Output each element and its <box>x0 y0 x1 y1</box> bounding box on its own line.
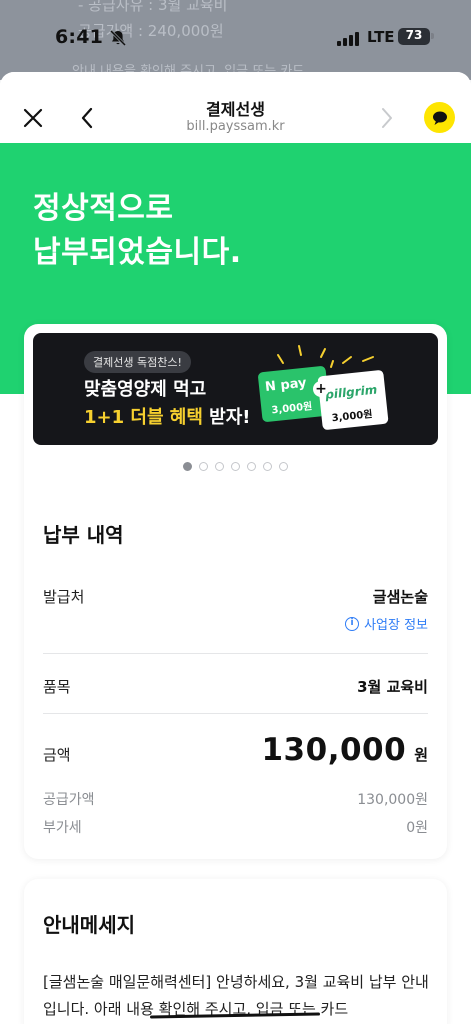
success-message-line2: 납부되었습니다. <box>33 235 242 270</box>
pillgrim-coupon: pillgrim 3,000원 <box>317 369 389 431</box>
promo-highlight: 1+1 더블 혜택 <box>84 407 203 428</box>
pagination-dot[interactable] <box>279 462 288 471</box>
promo-subheadline: 1+1 더블 혜택 받자! <box>84 403 251 429</box>
pagination-dot[interactable] <box>199 462 208 471</box>
payment-section-title: 납부 내역 <box>43 523 124 547</box>
battery-icon: 73 <box>398 28 434 45</box>
promo-headline: 맞춤영양제 먹고 <box>84 379 207 400</box>
npay-coupon-amount: 3,000원 <box>271 401 313 417</box>
bell-muted-icon <box>109 29 127 47</box>
forward-arrow-icon[interactable] <box>377 105 397 131</box>
amount-label: 금액 <box>43 746 71 764</box>
info-icon: i <box>345 616 360 631</box>
amount-total: 130,000 원 <box>261 732 428 768</box>
amount-value: 130,000 <box>261 732 407 768</box>
browser-sheet: 결제선생 bill.payssam.kr 정상적으로 납부되었습니다. 결제선생… <box>0 72 471 1024</box>
battery-level: 73 <box>405 28 423 42</box>
plus-icon: + <box>313 381 329 397</box>
pagination-dot[interactable] <box>263 462 272 471</box>
amount-unit: 원 <box>414 746 428 764</box>
signal-icon <box>337 32 359 46</box>
chat-bubble-icon <box>432 111 447 125</box>
success-message: 정상적으로 납부되었습니다. <box>33 187 242 275</box>
issuer-value: 글샘논술 <box>372 588 428 606</box>
browser-nav-bar: 결제선생 bill.payssam.kr <box>0 72 471 143</box>
pagination-dot[interactable] <box>247 462 256 471</box>
promo-tag: 결제선생 독점찬스! <box>84 351 191 373</box>
network-type: LTE <box>367 28 395 46</box>
supply-label: 공급가액 <box>43 792 95 808</box>
pagination-dot[interactable] <box>231 462 240 471</box>
issuer-label: 발급처 <box>43 588 85 606</box>
success-message-line1: 정상적으로 <box>33 191 174 226</box>
notice-section-title: 안내메세지 <box>43 913 135 937</box>
item-label: 품목 <box>43 678 71 696</box>
pillgrim-logo: pillgrim <box>324 382 378 402</box>
divider <box>43 653 428 654</box>
item-value: 3월 교육비 <box>357 678 428 696</box>
vat-label: 부가세 <box>43 820 82 836</box>
promo-banner[interactable]: 결제선생 독점찬스! 맞춤영양제 먹고 1+1 더블 혜택 받자! N pay … <box>33 333 438 445</box>
supply-value: 130,000원 <box>357 792 428 808</box>
pillgrim-coupon-amount: 3,000원 <box>331 409 374 425</box>
pagination-dot[interactable] <box>215 462 224 471</box>
pagination-dot[interactable] <box>183 462 192 471</box>
business-info-link[interactable]: i 사업장 정보 <box>345 614 428 633</box>
status-time: 6:41 <box>55 26 104 48</box>
notice-message-card: 안내메세지 [글샘논술 매일문해력센터] 안녕하세요, 3월 교육비 납부 안내… <box>24 879 447 1024</box>
banner-pagination[interactable] <box>24 462 447 471</box>
npay-logo: N pay <box>264 375 308 395</box>
status-bar: 6:41 LTE 73 <box>0 0 471 60</box>
page-title: 결제선생 <box>206 100 265 119</box>
vat-value: 0원 <box>406 820 428 836</box>
page-url: bill.payssam.kr <box>186 119 285 134</box>
divider <box>43 713 428 714</box>
promo-subheadline-rest: 받자! <box>202 407 251 428</box>
payment-summary-card: 결제선생 독점찬스! 맞춤영양제 먹고 1+1 더블 혜택 받자! N pay … <box>24 324 447 859</box>
kakao-chat-button[interactable] <box>424 102 455 133</box>
business-info-label: 사업장 정보 <box>364 618 428 633</box>
